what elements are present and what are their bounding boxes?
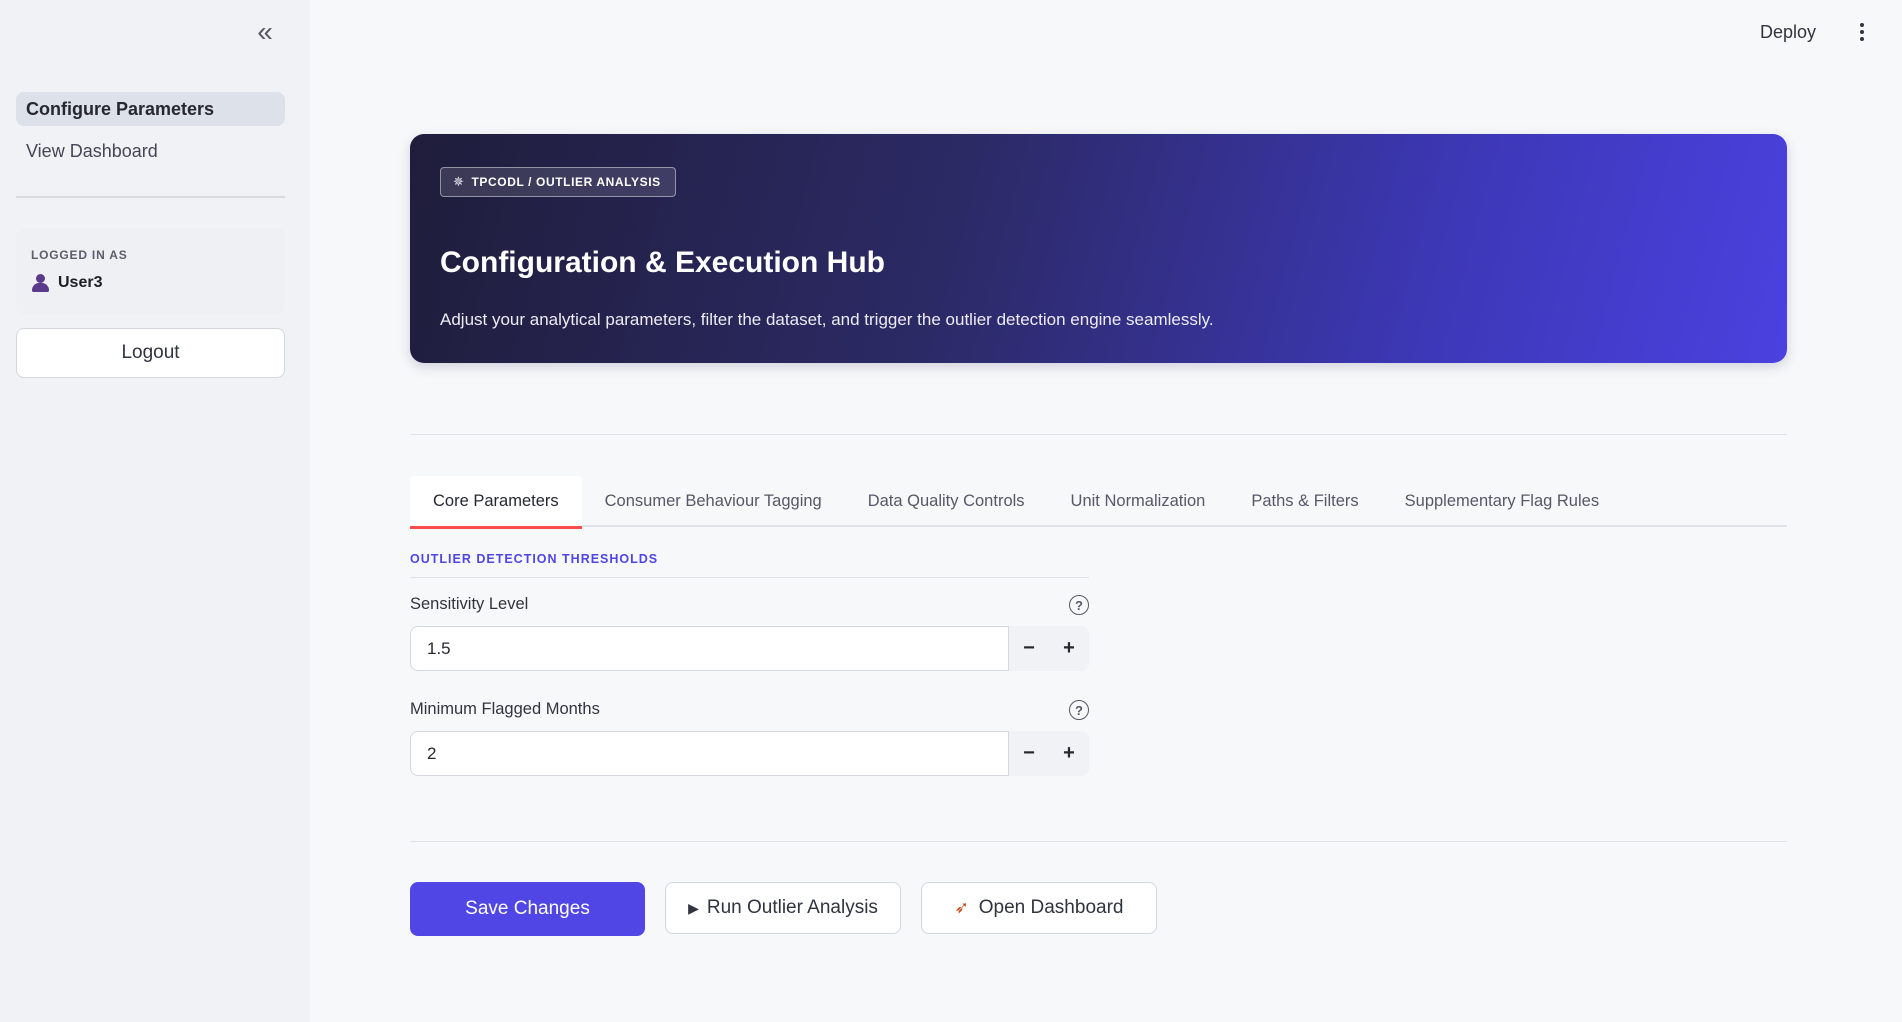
section-divider [410,577,1089,578]
sidebar-item-label: Configure Parameters [26,98,215,119]
open-dashboard-label: Open Dashboard [978,897,1124,918]
minimum-flagged-months-label: Minimum Flagged Months [410,700,600,718]
logout-button[interactable]: Logout [16,328,285,378]
open-dashboard-button[interactable]: ➶ Open Dashboard [921,882,1157,934]
help-icon[interactable]: ? [1069,595,1089,615]
minimum-flagged-months-input[interactable] [410,731,1009,776]
logged-in-label: LOGGED IN AS [31,248,128,262]
user-icon [31,274,49,292]
tab-unit-normalization[interactable]: Unit Normalization [1048,476,1229,527]
run-outlier-analysis-button[interactable]: ▶ Run Outlier Analysis [665,882,901,934]
divider [410,841,1787,842]
decrement-button[interactable]: − [1009,626,1049,671]
tab-consumer-behaviour-tagging[interactable]: Consumer Behaviour Tagging [582,476,845,527]
chevrons-left-icon: « [257,16,273,47]
collapse-sidebar-button[interactable]: « [248,16,282,47]
user-name-row: User3 [31,274,270,292]
page-subtitle: Adjust your analytical parameters, filte… [440,310,1214,329]
sensitivity-level-stepper: − + [1009,626,1089,671]
divider [410,434,1787,435]
rocket-icon: ➶ [954,898,969,917]
increment-button[interactable]: + [1049,626,1089,671]
gear-icon: ✵ [453,174,465,189]
play-icon: ▶ [688,899,699,916]
sidebar-divider [16,196,285,198]
tab-core-parameters[interactable]: Core Parameters [410,476,582,529]
sensitivity-level-label: Sensitivity Level [410,595,529,613]
increment-button[interactable]: + [1049,731,1089,776]
hero-banner: ✵ TPCODL / OUTLIER ANALYSIS Configuratio… [410,134,1787,363]
tab-paths-filters[interactable]: Paths & Filters [1228,476,1381,527]
save-changes-button[interactable]: Save Changes [410,882,645,936]
sensitivity-level-input[interactable] [410,626,1009,671]
user-name: User3 [58,274,103,291]
sidebar-item-view-dashboard[interactable]: View Dashboard [16,134,285,168]
hero-badge: ✵ TPCODL / OUTLIER ANALYSIS [440,167,676,197]
user-card: LOGGED IN AS User3 [16,228,285,314]
tab-supplementary-flag-rules[interactable]: Supplementary Flag Rules [1382,476,1622,527]
help-icon[interactable]: ? [1069,700,1089,720]
deploy-button[interactable]: Deploy [1760,18,1816,46]
more-vertical-icon[interactable] [1852,18,1872,46]
tab-data-quality-controls[interactable]: Data Quality Controls [845,476,1048,527]
decrement-button[interactable]: − [1009,731,1049,776]
run-outlier-analysis-label: Run Outlier Analysis [706,897,878,918]
hero-badge-text: TPCODL / OUTLIER ANALYSIS [471,175,661,189]
section-title: OUTLIER DETECTION THRESHOLDS [410,552,659,566]
tab-bar: Core Parameters Consumer Behaviour Taggi… [410,476,1787,529]
minimum-flagged-months-stepper: − + [1009,731,1089,776]
sidebar-item-configure-parameters[interactable]: Configure Parameters [16,92,285,126]
sidebar: « Configure Parameters View Dashboard LO… [0,0,310,1022]
sidebar-item-label: View Dashboard [26,140,158,161]
page-title: Configuration & Execution Hub [440,246,885,279]
